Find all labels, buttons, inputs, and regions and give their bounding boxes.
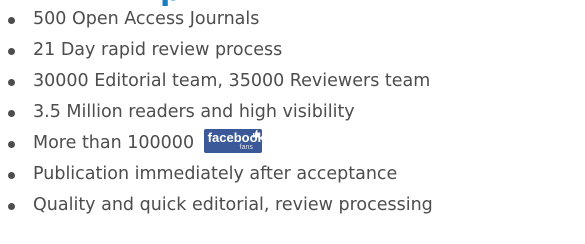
feature-item-quality: Quality and quick editorial, review proc… <box>6 190 433 221</box>
thumbs-up-icon <box>252 129 260 138</box>
feature-item-readers: 3.5 Million readers and high visibility <box>6 97 433 128</box>
feature-text: 500 Open Access Journals <box>33 9 260 29</box>
bullet-icon <box>8 48 15 55</box>
feature-item-journals: 500 Open Access Journals <box>6 4 433 35</box>
facebook-fans-badge: facebook fans <box>203 129 265 153</box>
feature-text: 21 Day rapid review process <box>33 40 283 60</box>
bullet-icon <box>8 203 15 210</box>
feature-text: More than 100000 <box>33 133 195 153</box>
feature-text: 30000 Editorial team, 35000 Reviewers te… <box>33 71 431 91</box>
feature-list: 500 Open Access Journals 21 Day rapid re… <box>6 4 433 221</box>
bullet-icon <box>8 172 15 179</box>
bullet-icon <box>8 141 15 148</box>
feature-text: Publication immediately after acceptance <box>33 164 398 184</box>
feature-item-review-process: 21 Day rapid review process <box>6 35 433 66</box>
feature-text: 3.5 Million readers and high visibility <box>33 102 355 122</box>
fans-label: fans <box>239 144 253 151</box>
bullet-icon <box>8 17 15 24</box>
feature-item-team: 30000 Editorial team, 35000 Reviewers te… <box>6 66 433 97</box>
feature-text: Quality and quick editorial, review proc… <box>33 195 433 215</box>
bullet-icon <box>8 79 15 86</box>
bullet-icon <box>8 110 15 117</box>
feature-item-publication: Publication immediately after acceptance <box>6 159 433 190</box>
feature-item-facebook-fans: More than 100000 facebook fans <box>6 128 433 159</box>
